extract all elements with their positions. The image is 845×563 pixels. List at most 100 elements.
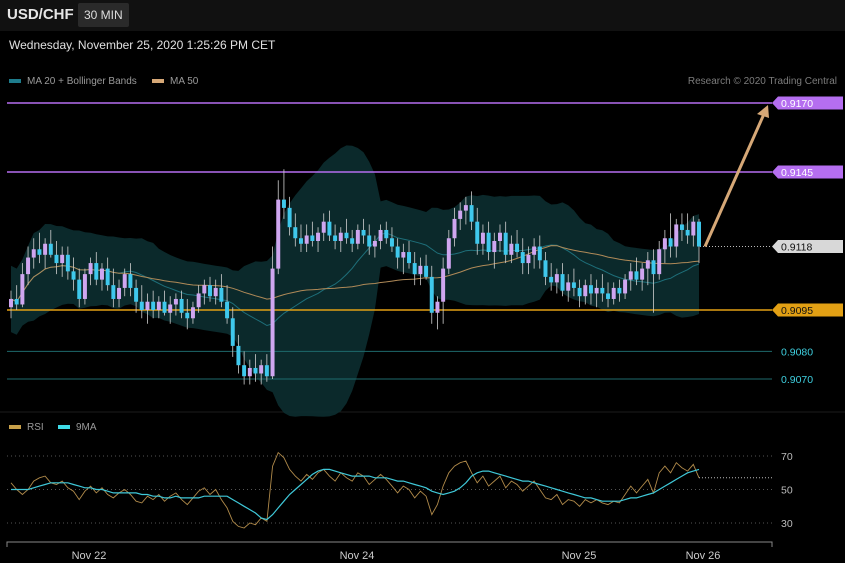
candle-body xyxy=(344,232,349,239)
candle-body xyxy=(276,199,281,269)
candle-body xyxy=(173,298,178,305)
candle-body xyxy=(208,285,212,297)
candle-body xyxy=(611,287,616,299)
candle-body xyxy=(219,287,224,302)
candle-body xyxy=(134,287,139,302)
candle-body xyxy=(395,246,400,258)
candle-body xyxy=(162,301,167,313)
level-label-resistance: 0.9170 xyxy=(781,98,813,110)
candle-body xyxy=(65,254,70,272)
candle-body xyxy=(588,285,593,294)
candle-body xyxy=(691,221,696,236)
last-price-label: 0.9118 xyxy=(781,242,812,254)
candle-body xyxy=(179,298,184,313)
candle-body xyxy=(407,252,412,264)
candle-body xyxy=(287,207,292,228)
candle-body xyxy=(270,268,275,377)
candle-body xyxy=(196,293,201,308)
candle-body xyxy=(281,199,286,208)
level-label-support: 0.9095 xyxy=(781,305,813,317)
candle-body xyxy=(37,249,42,255)
pivot-label: 0.9070 xyxy=(781,374,813,386)
rsi-level-label: 70 xyxy=(781,451,793,463)
candle-body xyxy=(151,301,156,310)
bollinger-band xyxy=(11,145,699,417)
candle-body xyxy=(253,367,258,374)
candle-body xyxy=(480,232,485,244)
candle-body xyxy=(640,268,645,280)
candle-body xyxy=(111,285,116,299)
x-tick-label: Nov 22 xyxy=(72,550,107,562)
candle-body xyxy=(697,221,701,247)
candle-body xyxy=(463,205,468,211)
candle-body xyxy=(554,274,559,283)
candle-body xyxy=(674,224,679,247)
candle-body xyxy=(441,268,446,302)
rsi-level-label: 50 xyxy=(781,485,793,497)
candle-body xyxy=(48,243,53,255)
candle-body xyxy=(685,229,690,236)
x-tick-label: Nov 26 xyxy=(686,550,721,562)
candle-body xyxy=(515,243,520,253)
candle-body xyxy=(327,221,332,236)
candle-body xyxy=(424,265,429,277)
candle-body xyxy=(583,285,588,297)
candle-body xyxy=(549,276,554,283)
candle-body xyxy=(537,246,542,261)
candle-body xyxy=(99,268,104,280)
candle-body xyxy=(509,243,514,255)
projection-arrow xyxy=(703,113,766,248)
candle-body xyxy=(458,210,463,219)
candle-body xyxy=(259,365,264,374)
candle-body xyxy=(384,229,389,239)
level-label-resistance: 0.9145 xyxy=(781,167,813,179)
candle-body xyxy=(94,263,99,280)
candle-body xyxy=(543,260,548,277)
candle-body xyxy=(429,276,434,313)
candle-body xyxy=(190,307,195,319)
candle-body xyxy=(361,229,366,236)
candle-body xyxy=(321,221,326,233)
candle-body xyxy=(122,274,127,288)
candle-body xyxy=(156,301,161,310)
candle-body xyxy=(88,263,93,275)
candle-body xyxy=(367,235,372,247)
candle-body xyxy=(623,279,628,294)
candle-body xyxy=(350,238,355,244)
candle-body xyxy=(577,287,582,297)
candle-body xyxy=(662,238,667,250)
candle-body xyxy=(446,238,451,269)
candle-body xyxy=(202,285,207,294)
price-chart[interactable]: 0.9170 0.9145 0.9118 0.9095 0.9080 0.9070 70 5… xyxy=(0,0,845,563)
candle-body xyxy=(230,318,235,346)
candle-body xyxy=(372,241,377,247)
candle-body xyxy=(333,235,338,241)
candle-body xyxy=(645,260,650,269)
candle-body xyxy=(304,235,309,244)
candle-body xyxy=(264,365,269,377)
candle-body xyxy=(606,293,611,299)
candle-body xyxy=(128,274,133,288)
candle-body xyxy=(82,274,87,299)
candle-body xyxy=(378,229,383,241)
candle-body xyxy=(236,345,241,366)
candle-body xyxy=(628,271,633,280)
candle-body xyxy=(310,235,315,241)
candle-body xyxy=(242,365,247,377)
candle-body xyxy=(418,265,423,275)
candle-body xyxy=(316,232,321,241)
candle-body xyxy=(520,252,525,264)
candle-body xyxy=(14,298,19,305)
candle-body xyxy=(498,232,502,241)
candle-body xyxy=(452,218,457,239)
candle-body xyxy=(298,238,303,244)
candle-body xyxy=(634,271,639,280)
candle-body xyxy=(9,298,13,308)
candle-body xyxy=(668,238,673,247)
candle-body xyxy=(475,221,480,244)
candle-body xyxy=(435,301,440,313)
candle-body xyxy=(412,263,417,275)
candle-body xyxy=(679,224,684,230)
candle-body xyxy=(60,254,65,264)
candle-body xyxy=(651,260,656,275)
